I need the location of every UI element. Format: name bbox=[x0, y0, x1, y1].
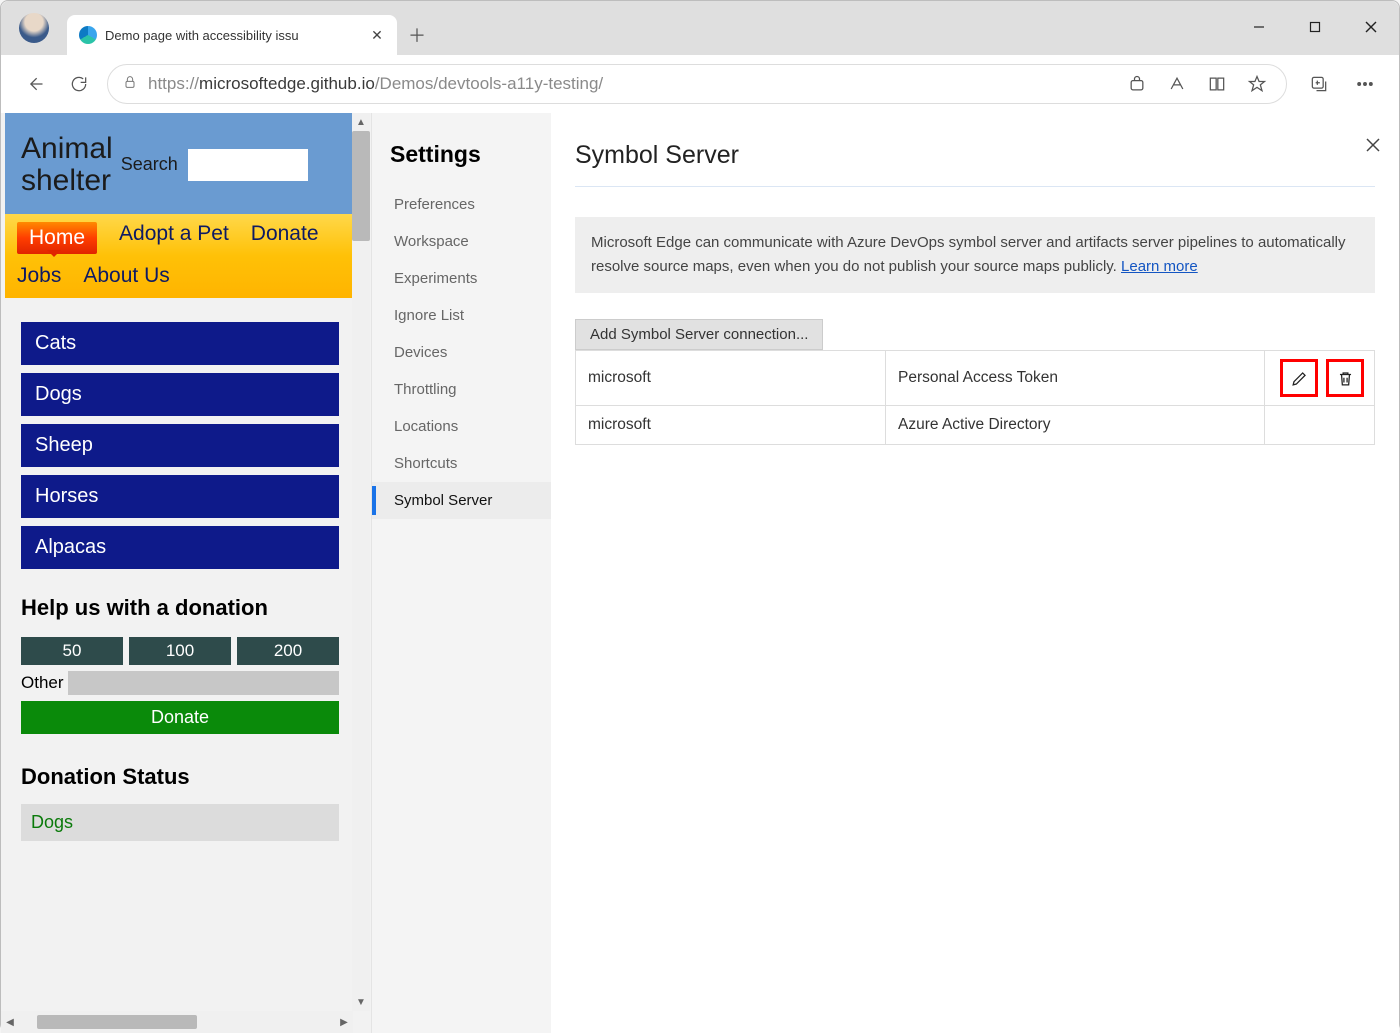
profile-avatar[interactable] bbox=[19, 13, 49, 43]
close-settings-icon[interactable] bbox=[1359, 131, 1387, 159]
minimize-button[interactable] bbox=[1231, 9, 1287, 45]
browser-tab[interactable]: Demo page with accessibility issu ✕ bbox=[67, 15, 397, 55]
category-dogs[interactable]: Dogs bbox=[21, 373, 339, 416]
close-window-button[interactable] bbox=[1343, 9, 1399, 45]
other-label: Other bbox=[21, 673, 64, 693]
conn-actions bbox=[1265, 406, 1375, 445]
amount-200[interactable]: 200 bbox=[237, 637, 339, 665]
horizontal-scrollbar[interactable]: ◀ ▶ bbox=[1, 1011, 353, 1033]
settings-nav-devices[interactable]: Devices bbox=[372, 334, 551, 371]
category-list: Cats Dogs Sheep Horses Alpacas bbox=[5, 298, 355, 569]
amount-50[interactable]: 50 bbox=[21, 637, 123, 665]
favorite-icon[interactable] bbox=[1242, 62, 1272, 106]
settings-nav-symbol-server[interactable]: Symbol Server bbox=[372, 482, 551, 519]
tab-title: Demo page with accessibility issu bbox=[105, 28, 357, 43]
status-row: Dogs bbox=[21, 804, 339, 841]
donate-button[interactable]: Donate bbox=[21, 701, 339, 734]
nav-adopt[interactable]: Adopt a Pet bbox=[119, 222, 229, 254]
settings-content: Symbol Server Microsoft Edge can communi… bbox=[551, 113, 1399, 1033]
refresh-button[interactable] bbox=[57, 62, 101, 106]
conn-org: microsoft bbox=[576, 351, 886, 406]
settings-title: Settings bbox=[372, 141, 551, 186]
vertical-scrollbar[interactable]: ▲ ▼ bbox=[352, 113, 370, 1011]
edge-icon bbox=[79, 26, 97, 44]
site-nav: Home Adopt a Pet Donate Jobs About Us bbox=[5, 214, 355, 298]
browser-toolbar: https://microsoftedge.github.io/Demos/de… bbox=[1, 55, 1399, 113]
settings-sidebar: Settings PreferencesWorkspaceExperiments… bbox=[371, 113, 551, 1033]
amount-100[interactable]: 100 bbox=[129, 637, 231, 665]
site-title: Animalshelter bbox=[21, 133, 113, 196]
collections-icon[interactable] bbox=[1297, 62, 1341, 106]
devtools-panel: Settings PreferencesWorkspaceExperiments… bbox=[371, 113, 1399, 1033]
website-pane: Animalshelter Search Home Adopt a Pet Do… bbox=[1, 113, 371, 1033]
browser-titlebar: Demo page with accessibility issu ✕ ＋ bbox=[1, 1, 1399, 55]
status-section: Donation Status Dogs bbox=[5, 734, 355, 841]
search-label: Search bbox=[121, 154, 178, 175]
category-sheep[interactable]: Sheep bbox=[21, 424, 339, 467]
scroll-up-icon[interactable]: ▲ bbox=[352, 113, 370, 131]
add-connection-button[interactable]: Add Symbol Server connection... bbox=[575, 319, 823, 350]
page-title: Symbol Server bbox=[575, 141, 1375, 187]
learn-more-link[interactable]: Learn more bbox=[1121, 258, 1198, 275]
donation-heading: Help us with a donation bbox=[21, 595, 339, 621]
delete-icon[interactable] bbox=[1328, 361, 1362, 395]
nav-about[interactable]: About Us bbox=[83, 264, 169, 288]
back-button[interactable] bbox=[13, 62, 57, 106]
nav-home[interactable]: Home bbox=[17, 222, 97, 254]
scroll-left-icon[interactable]: ◀ bbox=[1, 1011, 19, 1033]
table-row: microsoftPersonal Access Token bbox=[576, 351, 1375, 406]
site-header: Animalshelter Search bbox=[5, 113, 355, 214]
maximize-button[interactable] bbox=[1287, 9, 1343, 45]
edit-icon[interactable] bbox=[1282, 361, 1316, 395]
nav-jobs[interactable]: Jobs bbox=[17, 264, 61, 288]
category-horses[interactable]: Horses bbox=[21, 475, 339, 518]
scroll-down-icon[interactable]: ▼ bbox=[352, 993, 370, 1011]
status-heading: Donation Status bbox=[21, 764, 339, 790]
category-cats[interactable]: Cats bbox=[21, 322, 339, 365]
table-row: microsoftAzure Active Directory bbox=[576, 406, 1375, 445]
read-aloud-icon[interactable] bbox=[1162, 62, 1192, 106]
conn-actions bbox=[1265, 351, 1375, 406]
donation-amounts: 50100200 bbox=[21, 637, 339, 665]
donation-section: Help us with a donation 50100200 Other D… bbox=[5, 569, 355, 734]
more-icon[interactable] bbox=[1343, 62, 1387, 106]
conn-org: microsoft bbox=[576, 406, 886, 445]
reader-icon[interactable] bbox=[1202, 62, 1232, 106]
close-tab-icon[interactable]: ✕ bbox=[365, 23, 389, 47]
settings-nav-shortcuts[interactable]: Shortcuts bbox=[372, 445, 551, 482]
search-input[interactable] bbox=[188, 149, 308, 181]
shopping-icon[interactable] bbox=[1122, 62, 1152, 106]
settings-nav-ignore-list[interactable]: Ignore List bbox=[372, 297, 551, 334]
url-text: https://microsoftedge.github.io/Demos/de… bbox=[148, 74, 1112, 94]
settings-nav-experiments[interactable]: Experiments bbox=[372, 260, 551, 297]
connections-table: microsoftPersonal Access TokenmicrosoftA… bbox=[575, 350, 1375, 445]
window-controls bbox=[1231, 1, 1399, 55]
settings-nav-locations[interactable]: Locations bbox=[372, 408, 551, 445]
nav-donate[interactable]: Donate bbox=[251, 222, 319, 254]
scroll-right-icon[interactable]: ▶ bbox=[335, 1011, 353, 1033]
settings-nav-throttling[interactable]: Throttling bbox=[372, 371, 551, 408]
settings-nav-preferences[interactable]: Preferences bbox=[372, 186, 551, 223]
conn-auth: Azure Active Directory bbox=[886, 406, 1265, 445]
new-tab-button[interactable]: ＋ bbox=[397, 15, 437, 55]
other-amount-input[interactable] bbox=[68, 671, 339, 695]
info-box: Microsoft Edge can communicate with Azur… bbox=[575, 217, 1375, 293]
conn-auth: Personal Access Token bbox=[886, 351, 1265, 406]
address-bar[interactable]: https://microsoftedge.github.io/Demos/de… bbox=[107, 64, 1287, 104]
lock-icon bbox=[122, 74, 138, 95]
settings-nav-workspace[interactable]: Workspace bbox=[372, 223, 551, 260]
category-alpacas[interactable]: Alpacas bbox=[21, 526, 339, 569]
